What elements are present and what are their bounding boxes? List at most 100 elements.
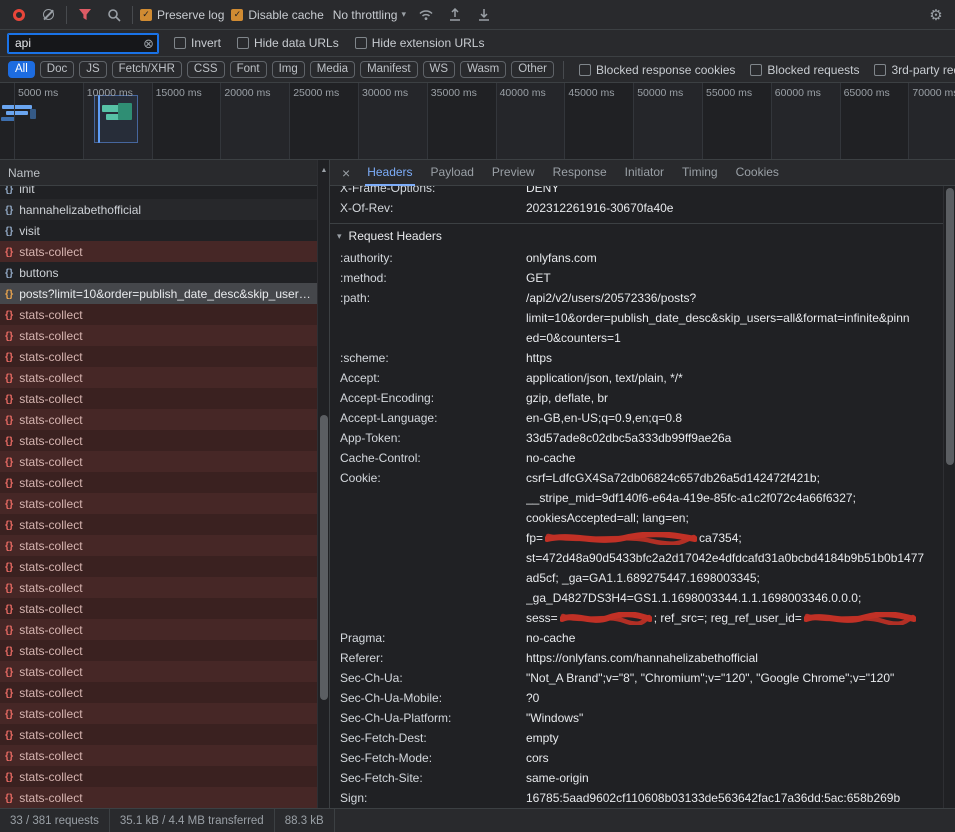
header-row: :path:/api2/v2/users/20572336/posts?limi… bbox=[330, 288, 943, 348]
script-icon: {} bbox=[5, 687, 13, 699]
throttling-dropdown[interactable]: No throttling ▾ bbox=[331, 8, 408, 22]
clear-filter-icon[interactable]: ⊗ bbox=[143, 37, 154, 50]
type-filter-css[interactable]: CSS bbox=[187, 61, 225, 78]
headers-content: X-Frame-Options:DENYX-Of-Rev:20231226191… bbox=[330, 186, 955, 808]
download-icon bbox=[478, 8, 490, 21]
details-scrollbar[interactable] bbox=[943, 186, 955, 808]
header-row: Sec-Ch-Ua-Mobile:?0 bbox=[330, 688, 943, 708]
tab-response[interactable]: Response bbox=[544, 160, 616, 186]
settings-button[interactable]: ⚙ bbox=[925, 4, 947, 26]
header-value: gzip, deflate, br bbox=[526, 388, 943, 408]
export-har-button[interactable] bbox=[473, 4, 495, 26]
preserve-log-checkbox[interactable]: ✓ Preserve log bbox=[140, 8, 224, 22]
header-value-text: cookiesAccepted=all; lang=en; bbox=[526, 511, 689, 525]
preserve-log-label: Preserve log bbox=[157, 8, 224, 22]
header-value-text: __stripe_mid=9df140f6-e64a-419e-85fc-a1c… bbox=[526, 491, 856, 505]
request-row[interactable]: {}hannahelizabethofficial bbox=[0, 199, 317, 220]
request-row[interactable]: {}stats-collect bbox=[0, 556, 317, 577]
hide-extension-urls-checkbox[interactable]: Hide extension URLs bbox=[355, 36, 485, 50]
request-row[interactable]: {}buttons bbox=[0, 262, 317, 283]
script-icon: {} bbox=[5, 330, 13, 342]
import-har-button[interactable] bbox=[444, 4, 466, 26]
request-row[interactable]: {}visit bbox=[0, 220, 317, 241]
search-button[interactable] bbox=[103, 4, 125, 26]
request-row[interactable]: {}stats-collect bbox=[0, 661, 317, 682]
type-filter-ws[interactable]: WS bbox=[423, 61, 456, 78]
scrollbar-thumb[interactable] bbox=[320, 415, 328, 700]
requests-scrollbar[interactable]: ▲ bbox=[317, 160, 329, 808]
type-filter-media[interactable]: Media bbox=[310, 61, 355, 78]
script-icon: {} bbox=[5, 561, 13, 573]
header-value: 202312261916-30670fa40e bbox=[526, 198, 943, 218]
request-row[interactable]: {}stats-collect bbox=[0, 598, 317, 619]
type-filter-font[interactable]: Font bbox=[230, 61, 267, 78]
tab-preview[interactable]: Preview bbox=[483, 160, 544, 186]
request-row[interactable]: {}stats-collect bbox=[0, 241, 317, 262]
request-name: stats-collect bbox=[19, 749, 82, 763]
request-row[interactable]: {}stats-collect bbox=[0, 577, 317, 598]
type-filter-img[interactable]: Img bbox=[272, 61, 305, 78]
request-headers-section[interactable]: ▾ Request Headers bbox=[330, 224, 943, 248]
request-row[interactable]: {}stats-collect bbox=[0, 724, 317, 745]
request-row[interactable]: {}stats-collect bbox=[0, 430, 317, 451]
type-filter-js[interactable]: JS bbox=[79, 61, 106, 78]
type-filter-fetch-xhr[interactable]: Fetch/XHR bbox=[112, 61, 182, 78]
request-row[interactable]: {}stats-collect bbox=[0, 514, 317, 535]
request-row[interactable]: {}stats-collect bbox=[0, 619, 317, 640]
3rd-party-requests-checkbox[interactable]: 3rd-party requests bbox=[874, 63, 955, 77]
request-row[interactable]: {}stats-collect bbox=[0, 451, 317, 472]
header-value-text: /api2/v2/users/20572336/posts? bbox=[526, 291, 696, 305]
request-row[interactable]: {}stats-collect bbox=[0, 409, 317, 430]
close-details-button[interactable]: × bbox=[334, 165, 358, 181]
record-button[interactable] bbox=[8, 4, 30, 26]
header-row: Sec-Fetch-Mode:cors bbox=[330, 748, 943, 768]
hide-data-urls-checkbox[interactable]: Hide data URLs bbox=[237, 36, 339, 50]
request-row[interactable]: {}stats-collect bbox=[0, 703, 317, 724]
request-row[interactable]: {}stats-collect bbox=[0, 325, 317, 346]
request-row[interactable]: {}stats-collect bbox=[0, 388, 317, 409]
invert-checkbox[interactable]: Invert bbox=[174, 36, 221, 50]
tab-payload[interactable]: Payload bbox=[422, 160, 483, 186]
request-row[interactable]: {}stats-collect bbox=[0, 367, 317, 388]
type-filter-wasm[interactable]: Wasm bbox=[460, 61, 506, 78]
filter-input[interactable] bbox=[8, 34, 158, 53]
type-filter-other[interactable]: Other bbox=[511, 61, 554, 78]
request-name: stats-collect bbox=[19, 455, 82, 469]
request-row[interactable]: {}init bbox=[0, 186, 317, 199]
name-column-header[interactable]: Name bbox=[0, 160, 329, 186]
timeline-overview[interactable]: 5000 ms10000 ms15000 ms20000 ms25000 ms3… bbox=[0, 83, 955, 160]
type-filter-manifest[interactable]: Manifest bbox=[360, 61, 417, 78]
request-row[interactable]: {}posts?limit=10&order=publish_date_desc… bbox=[0, 283, 317, 304]
request-row[interactable]: {}stats-collect bbox=[0, 766, 317, 787]
request-name: stats-collect bbox=[19, 707, 82, 721]
tab-headers[interactable]: Headers bbox=[358, 160, 421, 186]
scroll-up-icon[interactable]: ▲ bbox=[321, 167, 328, 174]
scrollbar-thumb[interactable] bbox=[946, 188, 954, 465]
blocked-response-cookies-checkbox[interactable]: Blocked response cookies bbox=[579, 63, 735, 77]
blocked-requests-checkbox[interactable]: Blocked requests bbox=[750, 63, 859, 77]
request-row[interactable]: {}stats-collect bbox=[0, 745, 317, 766]
request-row[interactable]: {}stats-collect bbox=[0, 346, 317, 367]
type-filter-all[interactable]: All bbox=[8, 61, 35, 78]
timeline-gridline bbox=[908, 83, 909, 159]
clear-button[interactable] bbox=[37, 4, 59, 26]
request-row[interactable]: {}stats-collect bbox=[0, 535, 317, 556]
request-row[interactable]: {}stats-collect bbox=[0, 787, 317, 808]
waterfall-bar bbox=[30, 109, 36, 119]
request-row[interactable]: {}stats-collect bbox=[0, 472, 317, 493]
timeline-gridline bbox=[633, 83, 634, 159]
request-row[interactable]: {}stats-collect bbox=[0, 304, 317, 325]
filter-button[interactable] bbox=[74, 4, 96, 26]
request-row[interactable]: {}stats-collect bbox=[0, 493, 317, 514]
network-conditions-button[interactable] bbox=[415, 4, 437, 26]
tab-timing[interactable]: Timing bbox=[673, 160, 727, 186]
header-name: :authority: bbox=[330, 248, 526, 268]
request-row[interactable]: {}stats-collect bbox=[0, 640, 317, 661]
type-filter-doc[interactable]: Doc bbox=[40, 61, 74, 78]
disable-cache-checkbox[interactable]: ✓ Disable cache bbox=[231, 8, 323, 22]
tab-cookies[interactable]: Cookies bbox=[727, 160, 788, 186]
header-value: en-GB,en-US;q=0.9,en;q=0.8 bbox=[526, 408, 943, 428]
request-row[interactable]: {}stats-collect bbox=[0, 682, 317, 703]
checkbox-label: 3rd-party requests bbox=[891, 63, 955, 77]
tab-initiator[interactable]: Initiator bbox=[616, 160, 673, 186]
